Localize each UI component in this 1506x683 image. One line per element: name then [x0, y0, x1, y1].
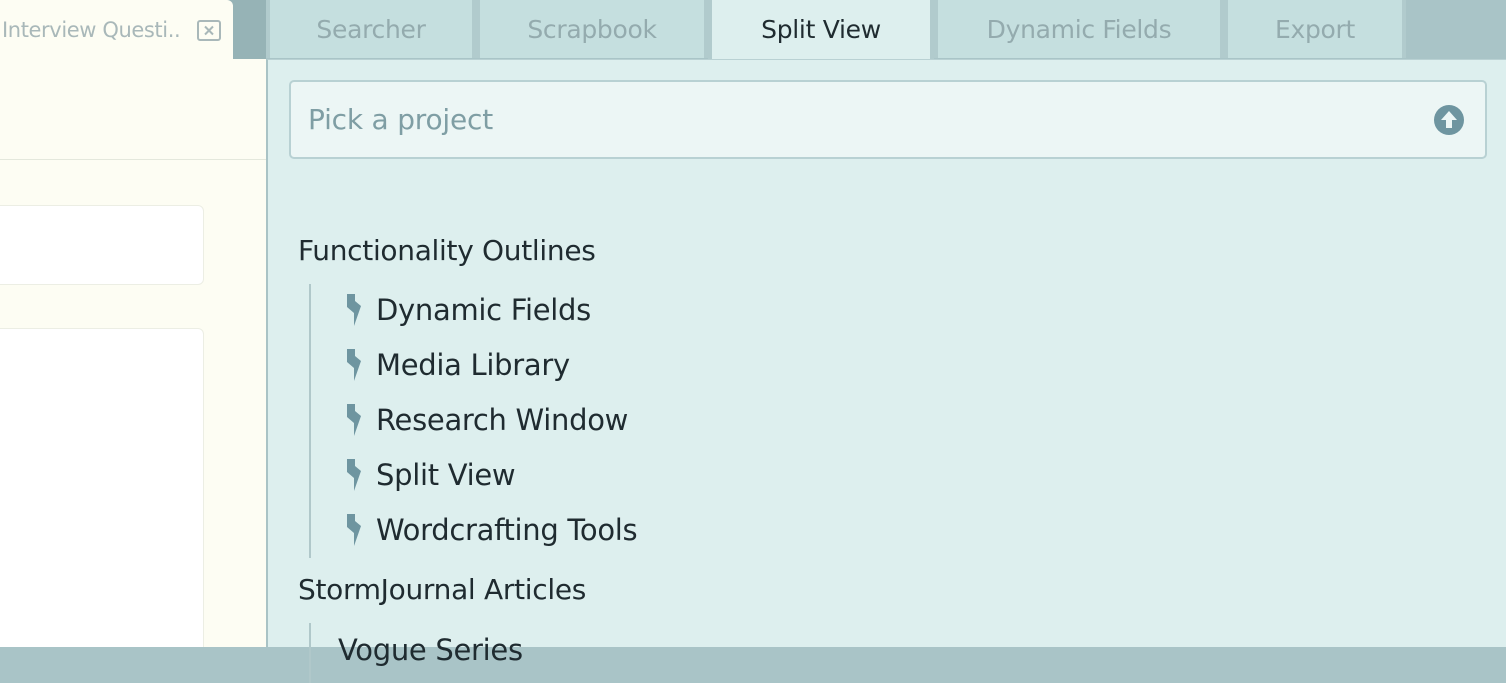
- tree-item-label: Wordcrafting Tools: [376, 513, 638, 547]
- tree-item[interactable]: Dynamic Fields: [342, 290, 591, 330]
- project-picker[interactable]: Pick a project: [289, 80, 1487, 159]
- document-pane: Interview Questi..: [0, 0, 266, 647]
- tree-item[interactable]: Media Library: [342, 345, 570, 385]
- document-title-field[interactable]: [0, 205, 204, 285]
- document-body-field[interactable]: [0, 328, 204, 647]
- tree-item[interactable]: Research Window: [342, 400, 628, 440]
- tree-group-title[interactable]: StormJournal Articles: [298, 573, 586, 606]
- close-icon[interactable]: [197, 20, 221, 41]
- tree-item-label: Dynamic Fields: [376, 293, 591, 327]
- tab-label: Export: [1274, 14, 1356, 44]
- tree-item[interactable]: Split View: [342, 455, 516, 495]
- tab-label: Dynamic Fields: [986, 14, 1172, 44]
- tree-group-line: [309, 284, 311, 558]
- tab-dynamic-fields[interactable]: Dynamic Fields: [934, 0, 1224, 58]
- tab-scrapbook[interactable]: Scrapbook: [476, 0, 708, 58]
- circle-arrow-up-icon[interactable]: [1433, 104, 1465, 136]
- tree-item-label: Split View: [376, 458, 516, 492]
- tree-group-title[interactable]: Functionality Outlines: [298, 234, 596, 267]
- tab-export[interactable]: Export: [1224, 0, 1406, 58]
- tab-split-view[interactable]: Split View: [708, 0, 934, 59]
- split-view-panel: Pick a project Functionality Outlines Dy…: [266, 59, 1506, 683]
- tree-item-label: Research Window: [376, 403, 629, 437]
- tab-label: Split View: [761, 15, 881, 44]
- tree-item-label: Media Library: [376, 348, 570, 382]
- document-toolbar: [0, 59, 266, 160]
- tree-item[interactable]: Wordcrafting Tools: [342, 510, 638, 550]
- tab-label: Scrapbook: [527, 14, 657, 44]
- lightning-icon: [347, 459, 361, 491]
- tab-label: Searcher: [316, 14, 426, 44]
- lightning-icon: [347, 349, 361, 381]
- tree-item[interactable]: Vogue Series: [338, 630, 523, 670]
- lightning-icon: [347, 404, 361, 436]
- panel-tab-bar: Searcher Scrapbook Split View Dynamic Fi…: [266, 0, 1506, 59]
- tree-group-line: [309, 623, 311, 683]
- lightning-icon: [347, 294, 361, 326]
- document-tab-label: Interview Questi..: [2, 17, 181, 42]
- lightning-icon: [347, 514, 361, 546]
- tab-searcher[interactable]: Searcher: [266, 0, 476, 58]
- project-picker-placeholder: Pick a project: [308, 103, 493, 136]
- document-tab[interactable]: Interview Questi..: [0, 0, 233, 59]
- tree-item-label: Vogue Series: [338, 633, 523, 667]
- side-panel: Searcher Scrapbook Split View Dynamic Fi…: [266, 0, 1506, 683]
